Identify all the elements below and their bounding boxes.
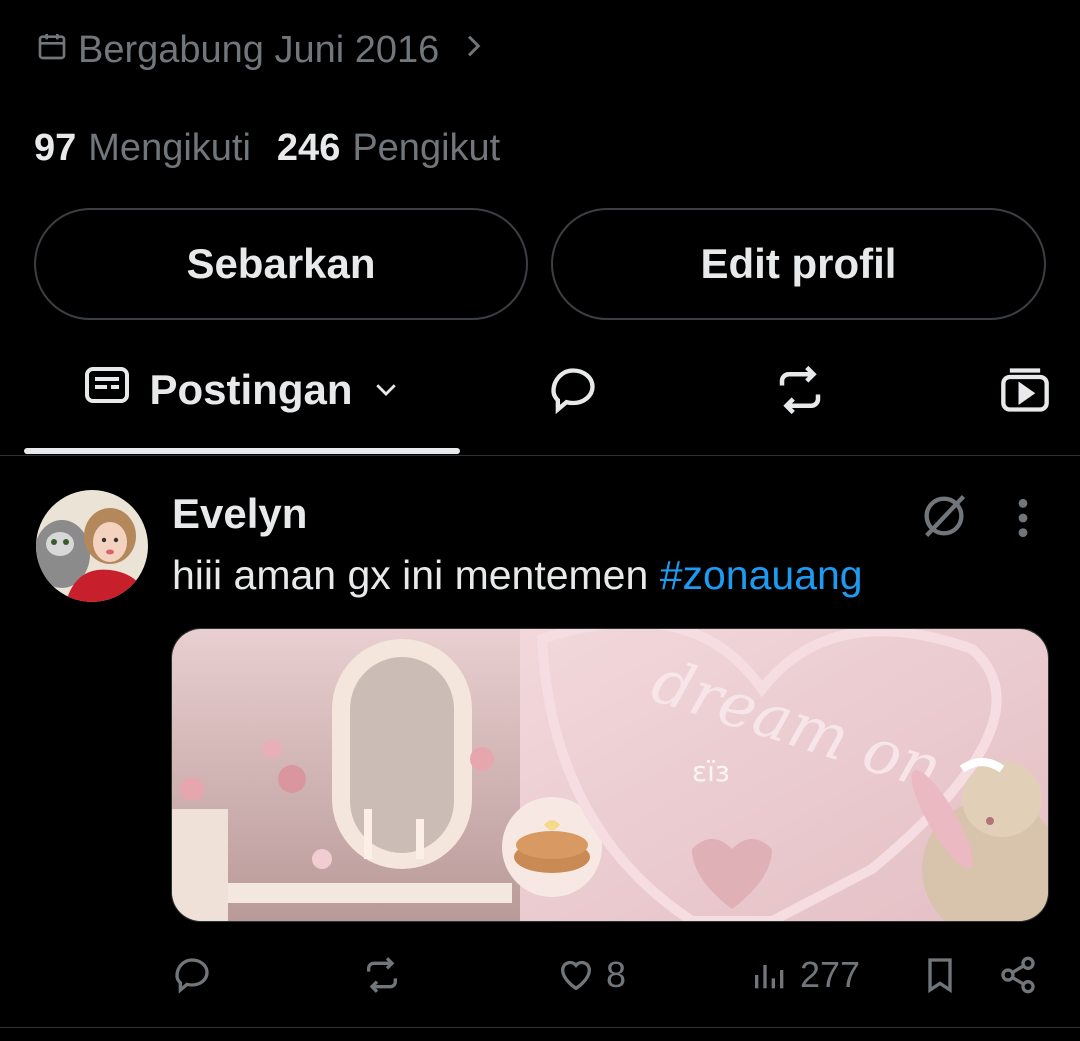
following-label: Mengikuti	[88, 126, 251, 169]
heart-icon	[560, 960, 592, 991]
repost-icon	[367, 957, 397, 993]
posts-icon	[83, 365, 131, 415]
joined-text: Bergabung Juni 2016	[78, 28, 440, 71]
bookmark-button[interactable]	[920, 940, 960, 1010]
chevron-down-icon[interactable]	[371, 366, 401, 414]
tab-media[interactable]	[995, 360, 1055, 420]
redaction-overlay	[312, 470, 732, 548]
share-tweet-button[interactable]	[998, 940, 1038, 1010]
following-stat[interactable]: 97 Mengikuti	[34, 127, 251, 170]
share-icon	[1001, 956, 1035, 994]
tweet-body: hiii aman gx ini mentemen	[172, 552, 660, 598]
views-button[interactable]: 277	[750, 940, 860, 1010]
tweet-text: hiii aman gx ini mentemen #zonauang	[172, 552, 863, 599]
followers-stat[interactable]: 246 Pengikut	[277, 127, 500, 170]
avatar[interactable]	[36, 490, 148, 602]
view-count: 277	[800, 954, 861, 995]
media-small-text: ɛïɜ	[692, 755, 730, 788]
like-button[interactable]: 8	[556, 940, 626, 1010]
share-button[interactable]: Sebarkan	[34, 208, 528, 320]
reply-icon	[551, 368, 595, 415]
edit-profile-button[interactable]: Edit profil	[551, 208, 1046, 320]
tab-reposts[interactable]	[770, 360, 830, 420]
followers-label: Pengikut	[352, 126, 501, 169]
followers-count: 246	[276, 126, 341, 169]
video-icon	[1001, 368, 1049, 412]
profile-tabs: Postingan	[0, 340, 1080, 456]
tabs-divider	[0, 455, 1080, 456]
follow-stats: 97 Mengikuti 246 Pengikut	[34, 122, 500, 174]
bookmark-icon	[928, 958, 952, 994]
chevron-right-icon[interactable]	[457, 29, 489, 72]
tweet-divider	[0, 1027, 1080, 1028]
following-count: 97	[34, 126, 77, 169]
reply-button[interactable]	[172, 940, 212, 1010]
reply-icon	[175, 958, 209, 994]
calendar-icon	[36, 29, 68, 72]
more-options-icon[interactable]	[1008, 496, 1038, 540]
tab-posts[interactable]: Postingan	[24, 340, 460, 440]
like-count: 8	[606, 954, 627, 995]
hashtag-link[interactable]: #zonauang	[660, 552, 863, 598]
tweet-actions: 8 277	[0, 940, 1080, 1010]
grok-icon[interactable]	[918, 490, 970, 542]
tweet-media-image[interactable]: dream on ɛïɜ	[171, 628, 1049, 922]
repost-icon	[779, 365, 821, 415]
active-tab-indicator	[24, 448, 460, 454]
tweet-author-name[interactable]: Evelyn	[172, 490, 307, 538]
tab-replies[interactable]	[543, 360, 603, 420]
tab-posts-label: Postingan	[149, 366, 353, 413]
views-chart-icon	[755, 965, 784, 989]
repost-button[interactable]	[362, 940, 402, 1010]
joined-date: Bergabung Juni 2016	[36, 24, 489, 76]
